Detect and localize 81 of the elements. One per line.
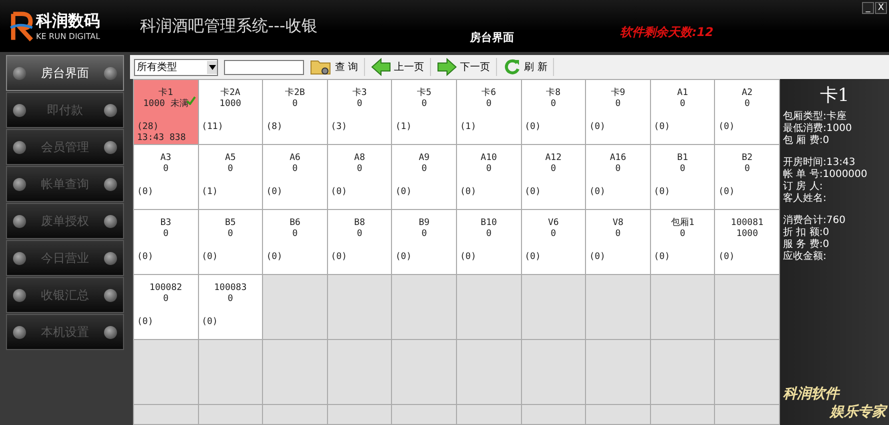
right-arrow-icon [437, 58, 458, 76]
room-tile[interactable]: A3 0 (0) [134, 145, 198, 209]
prev-button[interactable]: 上一页 [371, 58, 432, 76]
led-icon [13, 326, 26, 338]
led-icon [13, 178, 26, 190]
brand-slogan: 科润软件 [783, 385, 842, 403]
room-tile[interactable]: 卡3 0 (3) [328, 80, 392, 144]
room-tile[interactable]: 卡2A 1000 (11) [198, 80, 262, 144]
room-tile[interactable]: 100081 1000 (0) [715, 210, 779, 274]
detail-line: 应收金额: [783, 251, 828, 263]
room-tile[interactable]: 卡5 0 (1) [392, 80, 456, 144]
logo-name: 科润数码 [36, 11, 100, 32]
logo-icon [8, 9, 34, 43]
detail-line: 订 房 人: [783, 181, 824, 192]
room-tile[interactable]: 卡9 0 (0) [586, 80, 650, 144]
led-icon [104, 288, 117, 302]
room-tile[interactable]: A10 0 (0) [456, 145, 521, 209]
room-tile[interactable]: B3 0 (0) [134, 210, 198, 274]
led-icon [104, 326, 117, 338]
room-tile[interactable]: A8 0 (0) [328, 145, 392, 209]
room-tile[interactable]: B8 0 (0) [328, 210, 392, 274]
led-icon [104, 178, 117, 190]
led-icon [104, 66, 117, 80]
led-icon [13, 252, 26, 264]
folder-search-icon [310, 58, 332, 76]
refresh-icon [503, 58, 522, 76]
room-tile[interactable]: 包厢1 0 (0) [650, 210, 714, 274]
led-icon [104, 104, 117, 116]
room-tile[interactable]: B6 0 (0) [263, 210, 327, 274]
detail-line: 客人姓名: [783, 193, 828, 205]
room-tile[interactable]: A1 0 (0) [650, 80, 714, 144]
detail-line: 开房时间:13:43 [783, 157, 856, 168]
room-tile[interactable]: B9 0 (0) [392, 210, 456, 274]
room-tile[interactable]: 卡6 0 (1) [456, 80, 521, 144]
room-tile[interactable]: 卡8 0 (0) [522, 80, 586, 144]
room-tile[interactable]: A16 0 (0) [586, 145, 650, 209]
detail-line: 折 扣 额:0 [783, 227, 830, 238]
minimize-button[interactable]: _ [862, 2, 874, 14]
search-button[interactable]: 查 询 [310, 58, 366, 76]
room-tile[interactable]: V8 0 (0) [586, 210, 650, 274]
room-tile[interactable]: 卡1 1000 未满 (28) 13:43 838 [134, 80, 198, 144]
led-icon [13, 140, 26, 154]
search-field[interactable] [224, 60, 304, 74]
led-icon [104, 140, 117, 154]
room-tile[interactable]: B5 0 (0) [198, 210, 262, 274]
detail-line: 包 厢 费:0 [783, 135, 830, 147]
license-days: 软件剩余天数:12 [620, 24, 714, 40]
led-icon [104, 252, 117, 264]
brand-slogan: 娱乐专家 [830, 403, 886, 421]
nav-button[interactable]: 房台界面 [6, 55, 124, 91]
detail-line: 消费合计:760 [783, 215, 846, 226]
room-title: 卡1 [820, 84, 850, 107]
logo-subtitle: KE RUN DIGITAL [36, 32, 100, 41]
led-icon [13, 66, 26, 80]
room-tile[interactable]: A5 0 (1) [198, 145, 262, 209]
screen-title: 房台界面 [470, 30, 515, 44]
app-title: 科润酒吧管理系统---收银 [140, 16, 318, 36]
refresh-button[interactable]: 刷 新 [503, 58, 554, 76]
room-tile[interactable]: B2 0 (0) [715, 145, 779, 209]
room-tile[interactable]: 100082 0 (0) [134, 275, 198, 339]
room-tile[interactable]: A2 0 (0) [715, 80, 779, 144]
detail-line: 最低消费:1000 [783, 123, 853, 134]
led-icon [13, 104, 26, 116]
led-icon [13, 214, 26, 228]
detail-line: 帐 单 号:1000000 [783, 169, 868, 180]
room-tile[interactable]: A9 0 (0) [392, 145, 456, 209]
room-tile[interactable]: V6 0 (0) [522, 210, 586, 274]
close-button[interactable]: X [875, 2, 887, 14]
room-tile[interactable]: B10 0 (0) [456, 210, 521, 274]
detail-line: 包厢类型:卡座 [783, 111, 848, 122]
room-tile[interactable]: 卡2B 0 (8) [263, 80, 327, 144]
room-tile[interactable]: B1 0 (0) [650, 145, 714, 209]
led-icon [104, 214, 117, 228]
room-tile[interactable]: A6 0 (0) [263, 145, 327, 209]
left-arrow-icon [371, 58, 392, 76]
detail-line: 服 务 费:0 [783, 239, 830, 250]
room-tile[interactable]: A12 0 (0) [522, 145, 586, 209]
next-button[interactable]: 下一页 [437, 58, 498, 76]
room-tile[interactable]: 100083 0 (0) [198, 275, 262, 339]
led-icon [13, 288, 26, 302]
type-dropdown[interactable]: 所有类型 [134, 58, 218, 76]
